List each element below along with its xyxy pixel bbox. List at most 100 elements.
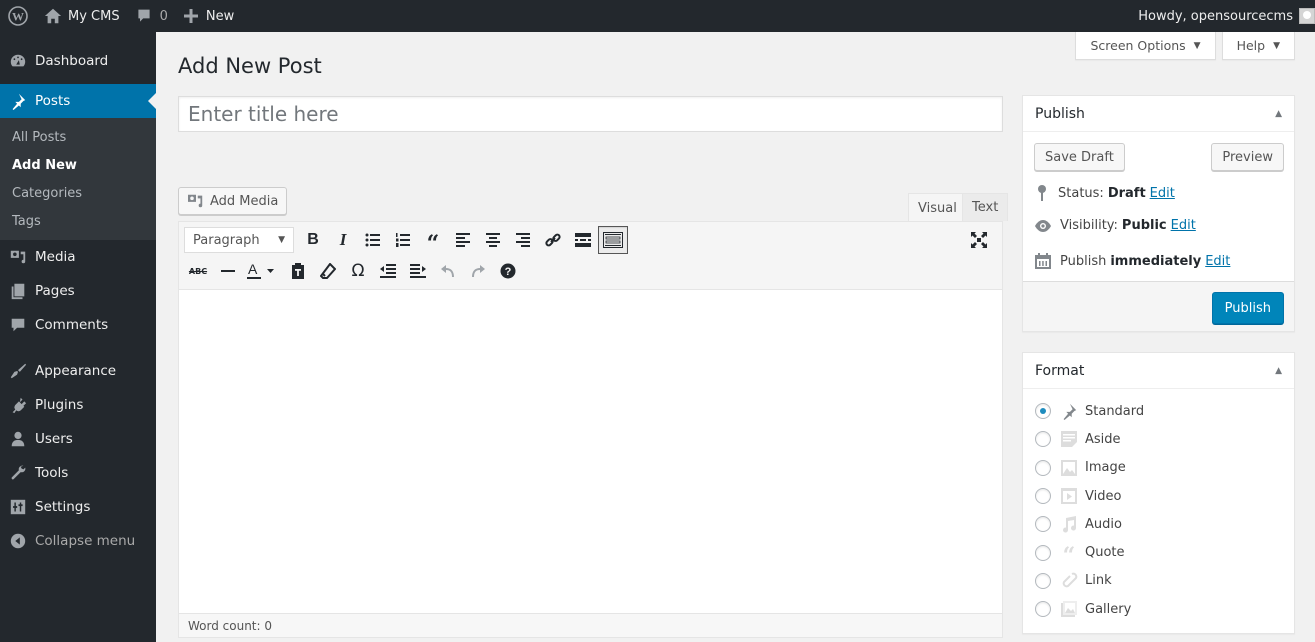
screen-options-button[interactable]: Screen Options ▼ xyxy=(1075,32,1216,60)
post-title-input[interactable]: Enter title here xyxy=(178,96,1003,132)
clear-formatting-button[interactable] xyxy=(313,257,343,285)
save-draft-button[interactable]: Save Draft xyxy=(1034,143,1125,171)
menu-item-media[interactable]: Media xyxy=(0,240,156,274)
format-option-video[interactable]: Video xyxy=(1035,482,1282,510)
preview-button[interactable]: Preview xyxy=(1211,143,1284,171)
pin-icon xyxy=(12,93,26,110)
italic-button[interactable]: I xyxy=(328,226,358,254)
collapse-toggle-icon[interactable]: ▲ xyxy=(1275,109,1282,119)
comments-link[interactable]: 0 xyxy=(128,0,176,32)
publish-button[interactable]: Publish xyxy=(1211,292,1284,324)
format-label: Image xyxy=(1085,460,1126,476)
format-option-aside[interactable]: Aside xyxy=(1035,425,1282,453)
radio-button[interactable] xyxy=(1035,516,1051,533)
comment-icon xyxy=(137,9,150,22)
editor-toolbar: Paragraph ▼ B I “ ABC A Ω ? xyxy=(179,222,1002,290)
paste-as-text-button[interactable] xyxy=(283,257,313,285)
align-center-button[interactable] xyxy=(478,226,508,254)
publish-box-header[interactable]: Publish ▲ xyxy=(1023,96,1294,132)
blockquote-button[interactable]: “ xyxy=(418,226,448,255)
toolbar-toggle-button[interactable] xyxy=(598,226,628,254)
collapse-toggle-icon[interactable]: ▲ xyxy=(1275,366,1282,376)
submenu-categories[interactable]: Categories xyxy=(0,180,156,208)
menu-item-users[interactable]: Users xyxy=(0,422,156,456)
undo-button[interactable] xyxy=(433,257,463,285)
keyboard-icon xyxy=(603,232,623,248)
add-media-button[interactable]: Add Media xyxy=(178,187,288,215)
distraction-free-button[interactable] xyxy=(964,226,994,254)
special-character-button[interactable]: Ω xyxy=(343,257,373,285)
format-option-quote[interactable]: “ Quote xyxy=(1035,538,1282,566)
format-select[interactable]: Paragraph ▼ xyxy=(184,227,294,253)
bold-button[interactable]: B xyxy=(298,226,328,254)
align-right-button[interactable] xyxy=(508,226,538,254)
submenu-all-posts[interactable]: All Posts xyxy=(0,124,156,152)
text-color-icon: A xyxy=(247,262,274,279)
radio-button[interactable] xyxy=(1035,572,1051,589)
menu-label: Collapse menu xyxy=(35,533,136,549)
radio-button[interactable] xyxy=(1035,601,1051,618)
my-account-link[interactable]: Howdy, opensourcecms xyxy=(1130,0,1315,32)
menu-item-pages[interactable]: Pages xyxy=(0,274,156,308)
menu-item-posts[interactable]: Posts xyxy=(0,84,156,118)
format-option-link[interactable]: Link xyxy=(1035,567,1282,595)
numbered-list-button[interactable] xyxy=(388,226,418,254)
menu-item-settings[interactable]: Settings xyxy=(0,490,156,524)
edit-status-link[interactable]: Edit xyxy=(1150,186,1175,201)
comment-icon xyxy=(11,318,25,332)
collapse-menu-button[interactable]: Collapse menu xyxy=(0,524,156,558)
editor-content-area[interactable] xyxy=(179,290,1002,592)
text-color-button[interactable]: A xyxy=(243,257,283,285)
format-box-title: Format xyxy=(1035,362,1085,379)
bullet-list-icon xyxy=(365,233,380,247)
omega-icon: Ω xyxy=(351,261,365,281)
radio-button[interactable] xyxy=(1035,544,1051,561)
help-button[interactable]: Help ▼ xyxy=(1221,32,1295,60)
menu-label: Tools xyxy=(35,465,69,481)
site-name-link[interactable]: My CMS xyxy=(36,0,128,32)
edit-visibility-link[interactable]: Edit xyxy=(1171,218,1196,233)
numbered-list-icon xyxy=(396,233,410,247)
radio-button[interactable] xyxy=(1035,403,1051,420)
decrease-indent-button[interactable] xyxy=(373,257,403,285)
increase-indent-button[interactable] xyxy=(403,257,433,285)
menu-item-appearance[interactable]: Appearance xyxy=(0,354,156,388)
greeting: Howdy, opensourcecms xyxy=(1138,8,1293,24)
format-option-image[interactable]: Image xyxy=(1035,454,1282,482)
edit-schedule-link[interactable]: Edit xyxy=(1205,254,1230,269)
read-more-button[interactable] xyxy=(568,226,598,254)
format-label: Gallery xyxy=(1085,601,1132,617)
keyboard-shortcuts-button[interactable]: ? xyxy=(493,257,523,285)
insert-link-button[interactable] xyxy=(538,226,568,254)
submenu-add-new[interactable]: Add New xyxy=(0,152,156,180)
menu-item-tools[interactable]: Tools xyxy=(0,456,156,490)
strikethrough-button[interactable]: ABC xyxy=(183,257,213,285)
menu-label: Comments xyxy=(35,317,109,333)
user-icon xyxy=(11,431,25,447)
new-content-link[interactable]: New xyxy=(176,0,242,32)
format-option-gallery[interactable]: Gallery xyxy=(1035,595,1282,623)
tab-text[interactable]: Text xyxy=(962,193,1009,221)
menu-label: Appearance xyxy=(35,363,117,379)
radio-button[interactable] xyxy=(1035,459,1051,476)
format-option-audio[interactable]: Audio xyxy=(1035,510,1282,538)
redo-button[interactable] xyxy=(463,257,493,285)
video-icon xyxy=(1061,488,1077,505)
menu-item-dashboard[interactable]: Dashboard xyxy=(0,44,156,78)
submenu-tags[interactable]: Tags xyxy=(0,208,156,236)
format-box-header[interactable]: Format ▲ xyxy=(1023,353,1294,389)
tab-visual[interactable]: Visual xyxy=(908,193,967,222)
help-label: Help xyxy=(1236,38,1266,53)
format-option-standard[interactable]: Standard xyxy=(1035,397,1282,425)
caret-down-icon: ▼ xyxy=(1193,40,1201,51)
menu-item-plugins[interactable]: Plugins xyxy=(0,388,156,422)
audio-icon xyxy=(1063,516,1077,533)
bulleted-list-button[interactable] xyxy=(358,226,388,254)
horizontal-line-button[interactable] xyxy=(213,257,243,285)
align-left-button[interactable] xyxy=(448,226,478,254)
radio-button[interactable] xyxy=(1035,488,1051,505)
radio-button[interactable] xyxy=(1035,431,1051,448)
wordpress-logo-button[interactable]: W xyxy=(0,0,36,32)
menu-item-comments[interactable]: Comments xyxy=(0,308,156,342)
posts-submenu: All Posts Add New Categories Tags xyxy=(0,118,156,240)
